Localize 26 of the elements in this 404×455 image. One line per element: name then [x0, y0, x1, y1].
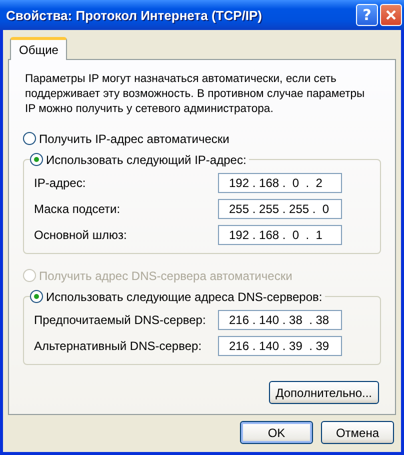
radio-label: Использовать следующий IP-адрес: — [46, 152, 246, 166]
field-label: Предпочитаемый DNS-сервер: — [34, 313, 206, 327]
field-label: Альтернативный DNS-сервер: — [34, 339, 202, 353]
advanced-button[interactable]: Дополнительно... — [268, 381, 379, 404]
close-icon — [385, 9, 397, 21]
radio-label: Получить адрес DNS-сервера автоматически — [39, 268, 292, 282]
dialog-button[interactable]: OK — [240, 421, 313, 444]
radio-button[interactable] — [23, 132, 36, 145]
tab[interactable]: Общие — [10, 37, 68, 60]
address-field[interactable]: 216 . 140 . 38 . 38 — [218, 310, 342, 330]
radio-button[interactable] — [30, 290, 43, 303]
radio-label: Использовать следующие адреса DNS-серверов: — [46, 290, 322, 304]
help-button[interactable]: ? — [356, 4, 378, 26]
address-field[interactable]: 192 . 168 . 0 . 2 — [218, 173, 342, 193]
window-title: Свойства: Протокол Интернета (TCP/IP) — [5, 8, 263, 22]
address-field[interactable]: 192 . 168 . 0 . 1 — [218, 225, 342, 245]
radio-button[interactable] — [30, 153, 43, 166]
dialog-button[interactable]: Отмена — [321, 421, 394, 444]
radio-label: Получить IP-адрес автоматически — [39, 132, 230, 146]
close-button[interactable] — [380, 4, 402, 26]
address-field[interactable]: 216 . 140 . 39 . 39 — [218, 336, 342, 356]
field-label: IP-адрес: — [34, 176, 86, 190]
field-label: Основной шлюз: — [34, 228, 127, 242]
intro-text: Параметры IP могут назначаться автоматически, если сеть поддерживает эту возможность. В противном случае параметры IP можно получить у сетевого администратора. — [25, 72, 365, 117]
address-field[interactable]: 255 . 255 . 255 . 0 — [218, 199, 342, 219]
field-label: Маска подсети: — [34, 202, 120, 216]
